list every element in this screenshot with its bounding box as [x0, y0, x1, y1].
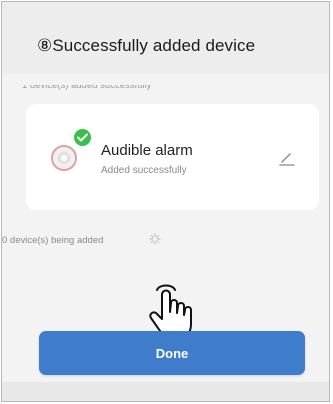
device-card[interactable]: Audible alarm Added successfully [26, 104, 319, 210]
check-icon [74, 129, 91, 146]
adding-status-text: 0 device(s) being added [2, 235, 104, 246]
screenshot-frame: ⑧Successfully added device 1 device(s) a… [1, 1, 330, 402]
app-screen: 1 device(s) added successfully Audible a… [2, 74, 329, 401]
pencil-icon[interactable] [278, 151, 296, 172]
done-button[interactable]: Done [39, 331, 305, 375]
device-name: Audible alarm [101, 142, 193, 159]
loading-spinner-icon [149, 232, 161, 250]
caption-text: ⑧Successfully added device [37, 36, 256, 55]
alarm-device-icon [51, 145, 77, 171]
device-status: Added successfully [101, 165, 187, 176]
bottom-bar [2, 382, 329, 401]
instruction-caption: ⑧Successfully added device [2, 2, 329, 74]
success-count-text: 1 device(s) added successfully [22, 85, 152, 91]
